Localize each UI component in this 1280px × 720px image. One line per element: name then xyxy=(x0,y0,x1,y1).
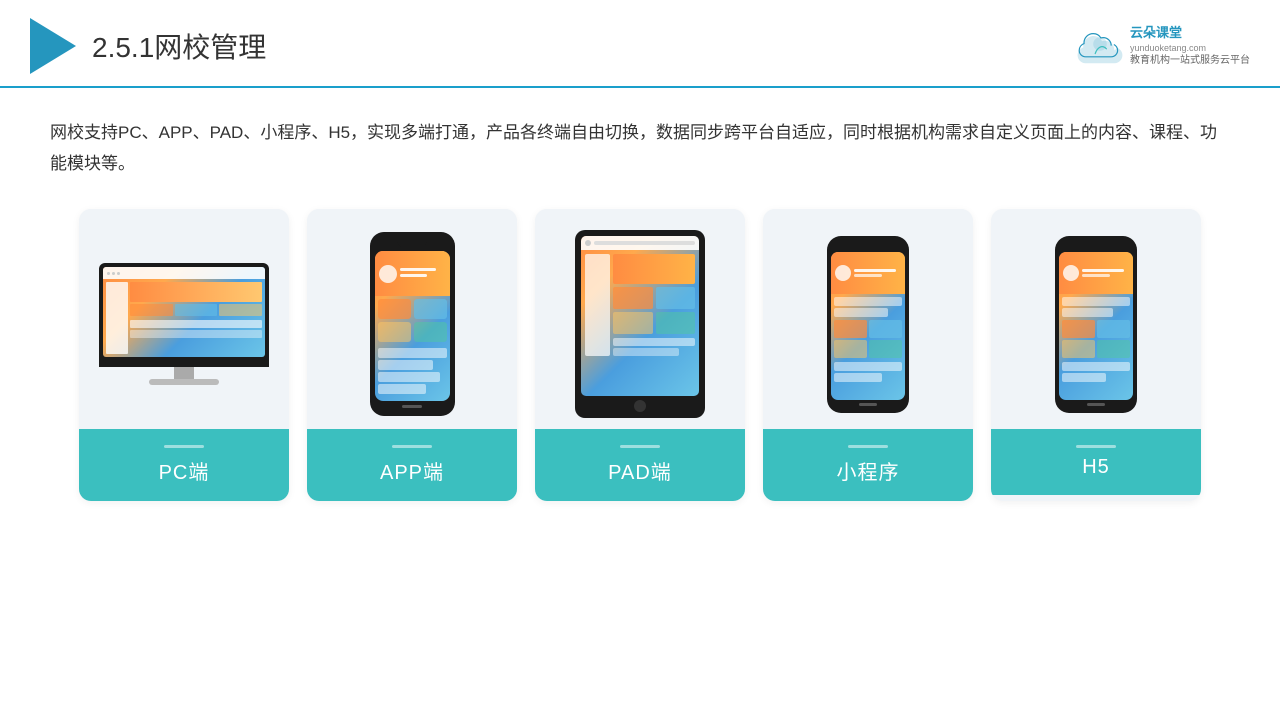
phone-mockup-app xyxy=(370,232,455,416)
description-text: 网校支持PC、APP、PAD、小程序、H5，实现多端打通，产品各终端自由切换，数… xyxy=(50,118,1230,179)
header-right: 云朵课堂 yunduoketang.com 教育机构一站式服务云平台 xyxy=(1076,24,1250,69)
logo-text: 云朵课堂 yunduoketang.com 教育机构一站式服务云平台 xyxy=(1130,24,1250,69)
card-image-miniprogram xyxy=(763,209,973,429)
card-h5: H5 xyxy=(991,209,1201,501)
card-image-pad xyxy=(535,209,745,429)
tablet-mockup xyxy=(575,230,705,418)
card-pad: PAD端 xyxy=(535,209,745,501)
logo-brand-name: 云朵课堂 xyxy=(1130,24,1250,42)
card-label-h5: H5 xyxy=(991,429,1201,495)
logo-slogan: 教育机构一站式服务云平台 xyxy=(1130,54,1250,68)
header-left: 2.5.1网校管理 xyxy=(30,18,266,74)
card-miniprogram: 小程序 xyxy=(763,209,973,501)
card-label-pc: PC端 xyxy=(79,429,289,501)
cloud-logo: 云朵课堂 yunduoketang.com 教育机构一站式服务云平台 xyxy=(1076,24,1250,69)
pc-mockup xyxy=(99,263,269,385)
main-content: 网校支持PC、APP、PAD、小程序、H5，实现多端打通，产品各终端自由切换，数… xyxy=(0,88,1280,521)
card-image-pc xyxy=(79,209,289,429)
card-image-h5 xyxy=(991,209,1201,429)
mini-phone-mockup-1 xyxy=(827,236,909,413)
card-label-pad: PAD端 xyxy=(535,429,745,501)
page-title: 2.5.1网校管理 xyxy=(92,26,266,66)
card-label-app: APP端 xyxy=(307,429,517,501)
card-app: APP端 xyxy=(307,209,517,501)
card-label-miniprogram: 小程序 xyxy=(763,429,973,501)
logo-url: yunduoketang.com xyxy=(1130,42,1250,55)
cards-container: PC端 xyxy=(50,209,1230,501)
cloud-icon xyxy=(1076,28,1124,64)
card-image-app xyxy=(307,209,517,429)
mini-phone-mockup-2 xyxy=(1055,236,1137,413)
logo-triangle-icon xyxy=(30,18,76,74)
card-pc: PC端 xyxy=(79,209,289,501)
header: 2.5.1网校管理 云朵课堂 yunduoketang.com 教育机构一站式服… xyxy=(0,0,1280,88)
